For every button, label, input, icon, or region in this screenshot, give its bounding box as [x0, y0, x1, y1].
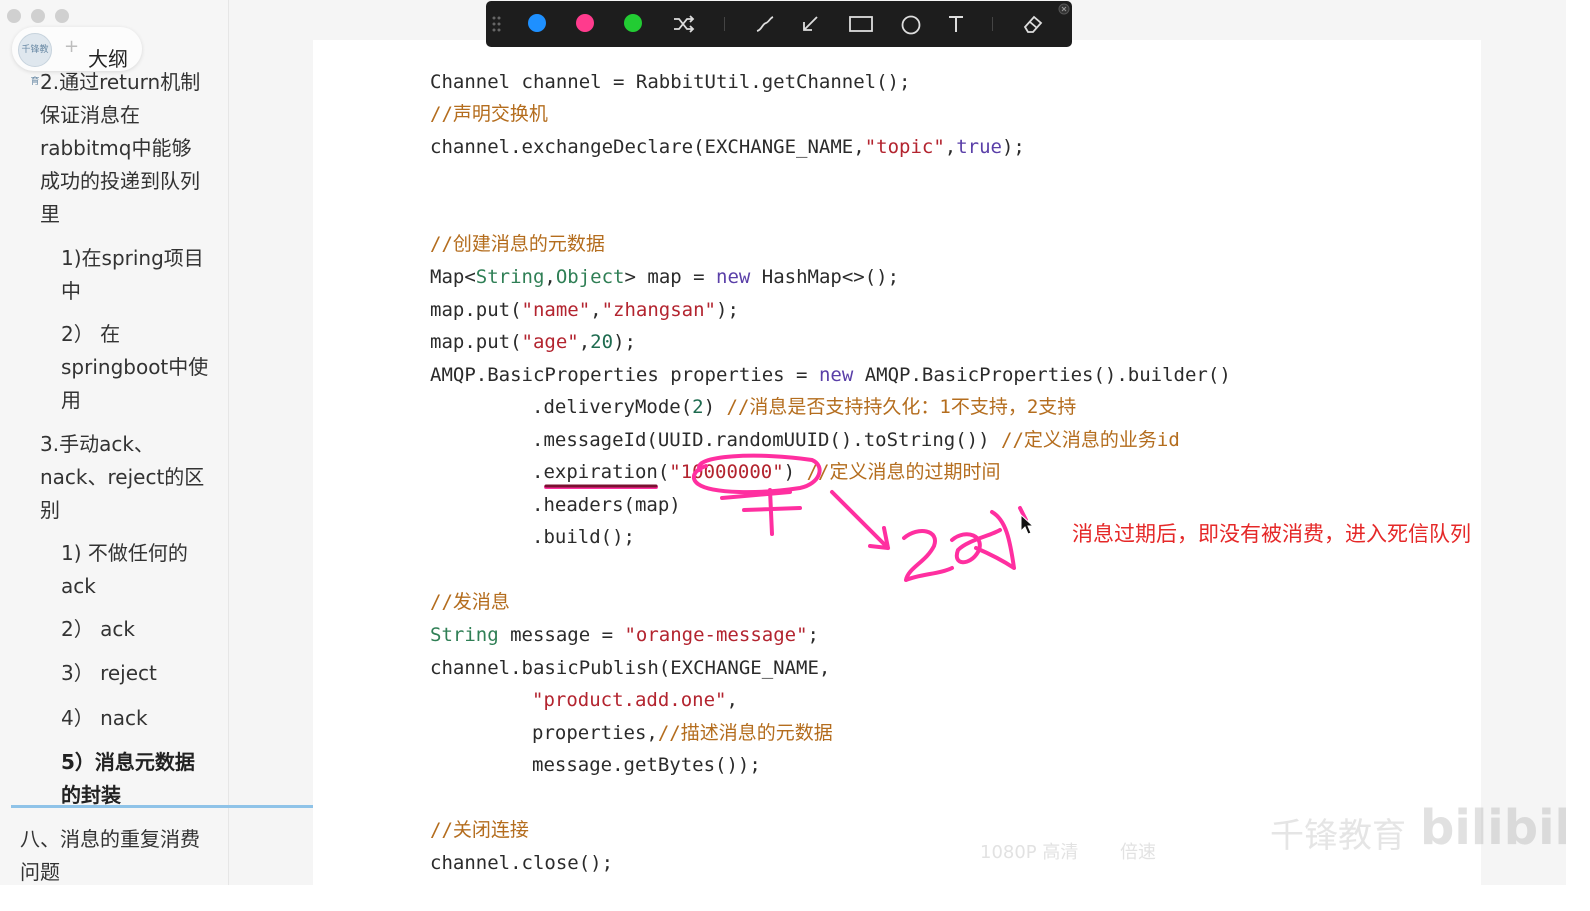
shuffle-icon[interactable] [672, 14, 696, 34]
close-icon[interactable] [1058, 3, 1070, 15]
text-icon[interactable] [946, 14, 966, 34]
circle-icon[interactable] [900, 14, 922, 36]
handwriting-overlay [544, 453, 1028, 582]
handwritten-mark [720, 488, 802, 536]
arrow-stroke [830, 490, 890, 550]
arrow-icon[interactable] [800, 14, 820, 34]
mouse-cursor-icon [1020, 514, 1034, 535]
drag-handle-icon[interactable] [492, 16, 502, 32]
expiration-circle [691, 453, 822, 495]
pen-icon[interactable] [754, 14, 776, 34]
color-blue-button[interactable] [528, 14, 546, 32]
color-green-button[interactable] [624, 14, 642, 32]
handwritten-text [902, 506, 1028, 582]
rectangle-icon[interactable] [848, 14, 874, 34]
color-pink-button[interactable] [576, 14, 594, 32]
app-window: 千锋教育 + 大纲 2.通过return机制保证消息在rabbitmq中能够成功… [0, 0, 1566, 885]
annotation-toolbar [486, 1, 1072, 47]
eraser-icon[interactable] [1022, 14, 1044, 34]
